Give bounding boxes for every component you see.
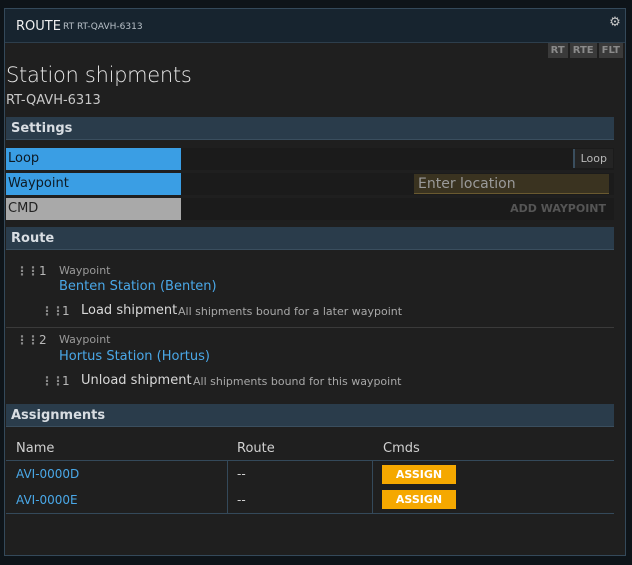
waypoint-type-label: Waypoint [59, 333, 111, 346]
column-header-route: Route [237, 441, 275, 456]
waypoint-station-link[interactable]: Benten Station (Benten) [59, 279, 217, 294]
drag-handle-icon[interactable]: ⋮⋮ [16, 264, 39, 278]
title-bar: ROUTE RT RT-QAVH-6313 ⚙ [5, 9, 625, 43]
waypoint-type-label: Waypoint [59, 264, 111, 277]
waypoint-label[interactable]: Waypoint [6, 173, 181, 195]
route-waypoint: ⋮⋮ 1 Waypoint Benten Station (Benten) ⋮⋮… [6, 259, 614, 326]
page-title: Station shipments [6, 63, 192, 87]
assignment-route: -- [237, 467, 246, 481]
drag-handle-icon[interactable]: ⋮⋮ [41, 374, 64, 388]
command-description: All shipments bound for this waypoint [193, 375, 402, 388]
page-subtitle: RT-QAVH-6313 [6, 93, 101, 108]
add-waypoint-button[interactable]: ADD WAYPOINT [510, 202, 606, 215]
waypoint-row: Waypoint [6, 173, 614, 195]
waypoint-station-link[interactable]: Hortus Station (Hortus) [59, 349, 210, 364]
column-divider [227, 461, 228, 513]
tab-flt[interactable]: FLT [598, 43, 623, 58]
route-window: ROUTE RT RT-QAVH-6313 ⚙ RT RTE FLT Stati… [4, 8, 626, 556]
tab-rt[interactable]: RT [547, 43, 568, 58]
assign-button[interactable]: ASSIGN [382, 490, 456, 509]
route-header-label: Route [11, 231, 55, 246]
command-name: Load shipment [81, 303, 178, 318]
loop-button[interactable]: Loop [572, 149, 613, 168]
cmd-label[interactable]: CMD [6, 198, 181, 220]
tab-rte[interactable]: RTE [569, 43, 597, 58]
command-number: 1 [62, 304, 70, 318]
assignment-name-link[interactable]: AVI-0000E [16, 493, 78, 507]
route-header: Route [6, 227, 614, 250]
view-tabs: RT RTE FLT [547, 43, 623, 58]
cmd-row: CMD ADD WAYPOINT [6, 198, 614, 220]
route-waypoint: ⋮⋮ 2 Waypoint Hortus Station (Hortus) ⋮⋮… [6, 327, 614, 396]
gear-icon[interactable]: ⚙ [608, 16, 622, 30]
drag-handle-icon[interactable]: ⋮⋮ [16, 333, 39, 347]
settings-header-label: Settings [11, 121, 73, 136]
assignments-header: Assignments [6, 404, 614, 427]
waypoint-number: 1 [39, 264, 47, 278]
assignment-route: -- [237, 493, 246, 507]
window-subtitle: RT RT-QAVH-6313 [63, 22, 143, 32]
location-input[interactable] [414, 174, 609, 194]
drag-handle-icon[interactable]: ⋮⋮ [41, 304, 64, 318]
assign-button[interactable]: ASSIGN [382, 465, 456, 484]
table-bottom-border [6, 513, 614, 514]
command-name: Unload shipment [81, 373, 192, 388]
column-header-cmds: Cmds [383, 441, 420, 456]
loop-label[interactable]: Loop [6, 148, 181, 170]
assignment-name-link[interactable]: AVI-0000D [16, 467, 79, 481]
assignments-header-label: Assignments [11, 408, 106, 423]
header-divider [6, 460, 614, 461]
waypoint-number: 2 [39, 333, 47, 347]
loop-row: Loop Loop [6, 148, 614, 170]
window-title: ROUTE [16, 19, 61, 34]
column-header-name: Name [16, 441, 55, 456]
command-number: 1 [62, 374, 70, 388]
command-description: All shipments bound for a later waypoint [178, 305, 403, 318]
settings-header: Settings [6, 117, 614, 140]
column-divider [372, 461, 373, 513]
